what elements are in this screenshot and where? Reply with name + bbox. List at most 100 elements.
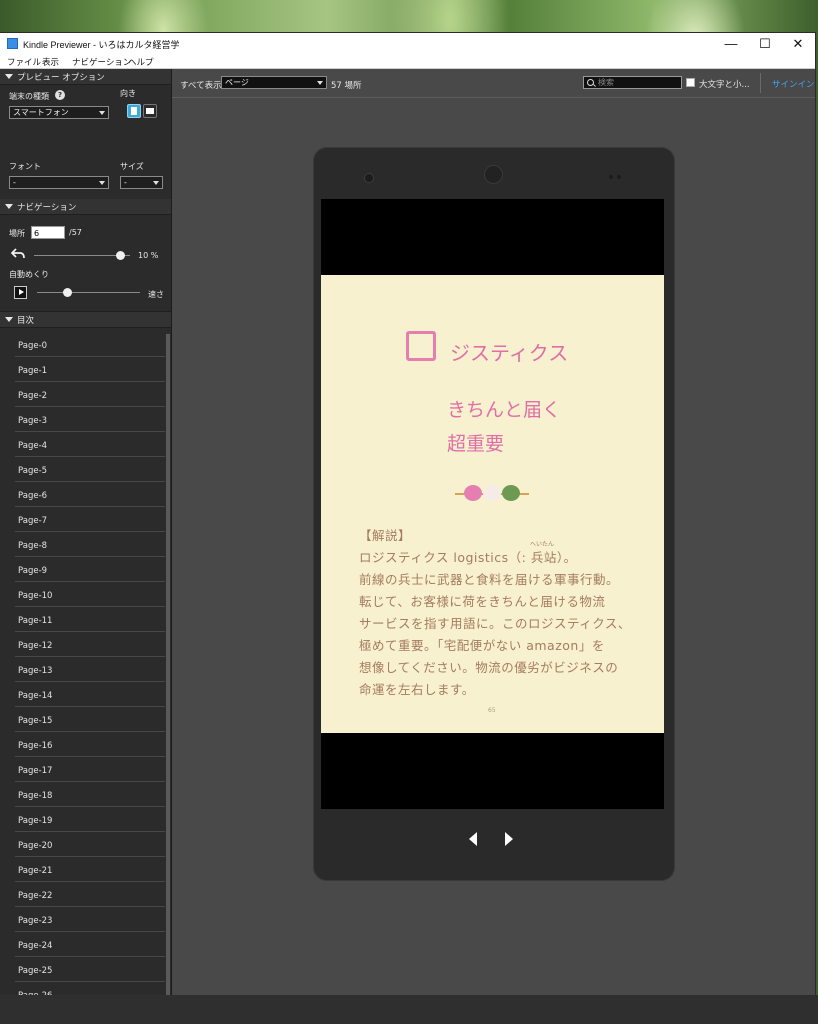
toc-item[interactable]: Page-11	[15, 608, 165, 632]
collapse-triangle-icon	[5, 317, 13, 322]
toc-item[interactable]: Page-16	[15, 733, 165, 757]
portrait-orientation-button[interactable]	[127, 104, 141, 118]
toc-scrollbar[interactable]	[166, 334, 170, 995]
toc-item[interactable]: Page-24	[15, 933, 165, 957]
autoflip-play-button[interactable]	[14, 286, 27, 299]
landscape-icon	[146, 108, 154, 114]
toc-item[interactable]: Page-23	[15, 908, 165, 932]
progress-slider-knob[interactable]	[115, 251, 125, 260]
dango-green	[502, 485, 520, 501]
menu-navigation[interactable]: ナビゲーション	[72, 56, 131, 68]
menu-help[interactable]: ヘルプ	[128, 56, 154, 68]
autoflip-label: 自動めくり	[9, 270, 49, 279]
toc-item[interactable]: Page-21	[15, 858, 165, 882]
toc-item[interactable]: Page-8	[15, 533, 165, 557]
progress-percent: 10 %	[138, 251, 159, 260]
toc-item[interactable]: Page-7	[15, 508, 165, 532]
body-line: 極めて重要。「宅配便がない amazon」を	[359, 638, 605, 653]
page-subtitle-2: 超重要	[447, 433, 505, 455]
minimize-button[interactable]: —	[714, 33, 748, 54]
size-select[interactable]: -	[120, 176, 163, 189]
book-page: ジスティクス きちんと届く 超重要 へいたん 【解説】 ロジスティクス logi…	[321, 275, 664, 733]
help-icon[interactable]: ?	[55, 90, 65, 100]
toc-item[interactable]: Page-22	[15, 883, 165, 907]
page-number: 65	[488, 707, 496, 714]
toc-item[interactable]: Page-9	[15, 558, 165, 582]
navigation-header[interactable]: ナビゲーション	[0, 199, 171, 215]
toc-item[interactable]: Page-5	[15, 458, 165, 482]
body-line: 転じて、お客様に荷をきちんと届ける物流	[359, 594, 606, 609]
device-type-value: スマートフォン	[13, 108, 69, 117]
page-heading: ジスティクス	[450, 341, 569, 365]
preview-options-label: プレビュー オプション	[17, 73, 105, 83]
navigation-label: ナビゲーション	[17, 203, 77, 213]
toc-item[interactable]: Page-2	[15, 383, 165, 407]
body-line: 想像してください。物流の優劣がビジネスの	[359, 660, 619, 675]
landscape-orientation-button[interactable]	[143, 104, 157, 118]
previous-page-icon[interactable]	[469, 832, 477, 846]
signin-link[interactable]: サインイン	[772, 78, 815, 90]
close-button[interactable]: ✕	[781, 33, 815, 54]
menu-view[interactable]: 表示	[42, 56, 59, 68]
chevron-down-icon	[99, 111, 105, 115]
speed-slider-track[interactable]	[37, 292, 140, 293]
toc-list: Page-0 Page-1 Page-2 Page-3 Page-4 Page-5 Page…	[0, 333, 171, 995]
phone-screen: ジスティクス きちんと届く 超重要 へいたん 【解説】 ロジスティクス logi…	[321, 199, 664, 809]
speed-label: 速さ	[148, 290, 164, 299]
body-line: 前線の兵士に武器と食料を届ける軍事行動。	[359, 572, 620, 587]
toc-item[interactable]: Page-26	[15, 983, 165, 995]
toolbar-divider	[760, 73, 761, 93]
sidebar: プレビュー オプション 端末の種類 ? 向き スマートフォン フォント サイズ …	[0, 69, 172, 995]
toc-item[interactable]: Page-18	[15, 783, 165, 807]
toc-item[interactable]: Page-3	[15, 408, 165, 432]
toc-item[interactable]: Page-12	[15, 633, 165, 657]
chevron-down-icon	[99, 181, 105, 185]
location-input[interactable]: 6	[31, 226, 65, 239]
toc-item[interactable]: Page-6	[15, 483, 165, 507]
device-type-select[interactable]: スマートフォン	[9, 106, 109, 119]
toc-item[interactable]: Page-17	[15, 758, 165, 782]
toc-item[interactable]: Page-15	[15, 708, 165, 732]
size-value: -	[124, 178, 127, 187]
dango-pink	[464, 485, 482, 501]
device-type-label: 端末の種類	[9, 92, 49, 101]
search-placeholder: 検索	[598, 78, 614, 87]
back-arrow-icon[interactable]	[11, 248, 25, 259]
window-title: Kindle Previewer - いろはカルタ経営学	[23, 40, 180, 50]
body-line: 命運を左右します。	[359, 682, 475, 697]
toc-item[interactable]: Page-0	[15, 333, 165, 357]
play-icon	[19, 289, 24, 295]
dango-white	[483, 485, 501, 501]
toc-item[interactable]: Page-10	[15, 583, 165, 607]
font-select[interactable]: -	[9, 176, 109, 189]
portrait-icon	[131, 107, 137, 115]
toc-header[interactable]: 目次	[0, 311, 171, 328]
toc-item[interactable]: Page-19	[15, 808, 165, 832]
title-bar: Kindle Previewer - いろはカルタ経営学 — ☐ ✕	[0, 33, 815, 54]
collapse-triangle-icon	[5, 74, 13, 79]
maximize-button[interactable]: ☐	[748, 33, 782, 54]
collapse-triangle-icon	[5, 204, 13, 209]
view-mode-select[interactable]: ページ	[221, 76, 327, 89]
toc-item[interactable]: Page-1	[15, 358, 165, 382]
orientation-label: 向き	[120, 89, 136, 98]
toc-item[interactable]: Page-25	[15, 958, 165, 982]
toc-item[interactable]: Page-14	[15, 683, 165, 707]
preview-options-header[interactable]: プレビュー オプション	[0, 69, 171, 85]
phone-frame: ジスティクス きちんと届く 超重要 へいたん 【解説】 ロジスティクス logi…	[313, 147, 675, 881]
toc-item[interactable]: Page-20	[15, 833, 165, 857]
toc-item[interactable]: Page-4	[15, 433, 165, 457]
search-input[interactable]: 検索	[583, 76, 682, 89]
body-line: サービスを指す用語に。このロジスティクス、	[359, 616, 631, 631]
preview-area: すべて表示 ページ 57 場所 検索 大文字と小... サインイン ジスティクス…	[172, 69, 815, 995]
phone-sensors	[609, 175, 623, 179]
toc-item[interactable]: Page-13	[15, 658, 165, 682]
case-sensitive-checkbox[interactable]	[686, 78, 695, 87]
location-count: 57 場所	[331, 81, 362, 91]
body-line: 【解説】	[359, 528, 412, 543]
next-page-icon[interactable]	[505, 832, 513, 846]
font-value: -	[13, 178, 16, 187]
speed-slider-knob[interactable]	[63, 288, 73, 297]
menu-file[interactable]: ファイル	[7, 56, 41, 68]
menu-bar: ファイル 表示 ナビゲーション ヘルプ	[0, 54, 815, 69]
